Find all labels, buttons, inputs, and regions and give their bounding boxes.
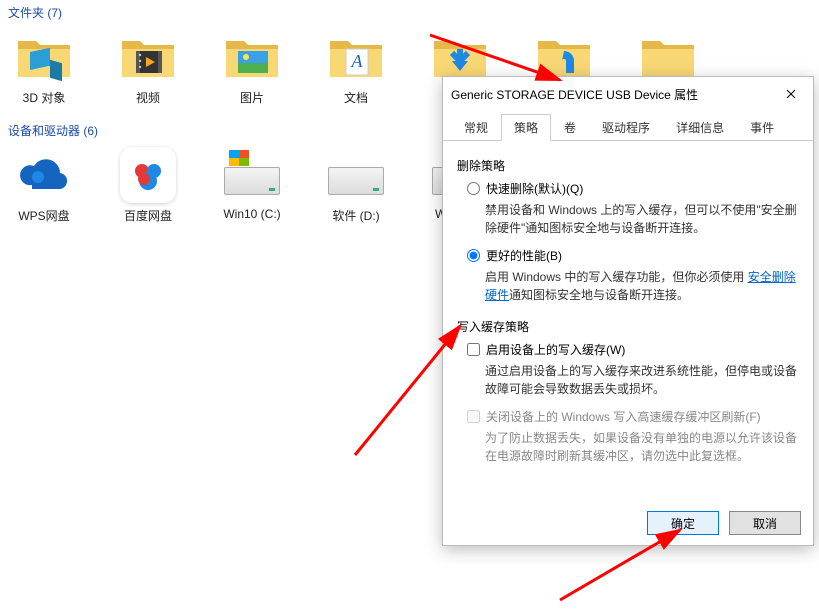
write-cache-title: 写入缓存策略 [457,318,799,335]
drive-c[interactable]: Win10 (C:) [216,147,288,224]
quick-removal-desc: 禁用设备和 Windows 上的写入缓存，但可以不使用"安全删除硬件"通知图标安… [485,201,799,237]
folder-pictures-icon [224,29,280,85]
radio-better-perf[interactable]: 更好的性能(B) [467,247,799,264]
folder-videos[interactable]: 视频 [112,29,184,106]
checkbox-enable-label: 启用设备上的写入缓存(W) [486,341,625,358]
tab-details[interactable]: 详细信息 [663,114,737,141]
tab-volume[interactable]: 卷 [551,114,589,141]
flush-desc: 为了防止数据丢失，如果设备没有单独的电源以允许该设备在电源故障时刷新其缓冲区，请… [485,429,799,465]
close-button[interactable] [777,83,805,105]
tab-policy[interactable]: 策略 [501,114,551,141]
baidu-cloud-icon [120,147,176,203]
svg-text:A: A [351,51,364,71]
ok-button[interactable]: 确定 [647,511,719,535]
close-icon [786,89,796,99]
dialog-title: Generic STORAGE DEVICE USB Device 属性 [451,86,698,103]
folder-3d-objects[interactable]: 3D 对象 [8,29,80,106]
tab-general[interactable]: 常规 [451,114,501,141]
drive-label: Win10 (C:) [223,207,280,221]
folder-documents[interactable]: A 文档 [320,29,392,106]
wps-cloud-icon [16,147,72,203]
checkbox-flush-input [467,410,480,423]
radio-quick-input[interactable] [467,182,480,195]
folder-video-icon [120,29,176,85]
folder-label: 文档 [344,89,368,106]
section-header-folders: 文件夹 (7) [0,0,819,25]
dialog-tabs: 常规 策略 卷 驱动程序 详细信息 事件 [443,113,813,141]
drive-label: 百度网盘 [124,207,172,224]
cancel-button[interactable]: 取消 [729,511,801,535]
folder-label: 图片 [240,89,264,106]
drive-baidu[interactable]: 百度网盘 [112,147,184,224]
drive-wps[interactable]: WPS网盘 [8,147,80,224]
tab-driver[interactable]: 驱动程序 [589,114,663,141]
radio-quick-removal[interactable]: 快速删除(默认)(Q) [467,180,799,197]
drive-d[interactable]: 软件 (D:) [320,147,392,224]
checkbox-enable-write-cache[interactable]: 启用设备上的写入缓存(W) [467,341,799,358]
folder-label: 3D 对象 [23,89,66,106]
dialog-button-row: 确定 取消 [647,511,801,535]
checkbox-flush: 关闭设备上的 Windows 写入高速缓存缓冲区刷新(F) [467,408,799,425]
folder-label: 视频 [136,89,160,106]
folder-pictures[interactable]: 图片 [216,29,288,106]
drive-label: WPS网盘 [18,207,69,224]
radio-better-input[interactable] [467,249,480,262]
checkbox-flush-label: 关闭设备上的 Windows 写入高速缓存缓冲区刷新(F) [486,408,761,425]
properties-dialog: Generic STORAGE DEVICE USB Device 属性 常规 … [442,76,814,546]
radio-better-label: 更好的性能(B) [486,247,562,264]
drive-icon [328,147,384,203]
tab-events[interactable]: 事件 [737,114,787,141]
drive-icon [224,147,280,203]
folder-documents-icon: A [328,29,384,85]
checkbox-enable-input[interactable] [467,343,480,356]
radio-quick-label: 快速删除(默认)(Q) [486,180,583,197]
drive-label: 软件 (D:) [332,207,379,224]
enable-cache-desc: 通过启用设备上的写入缓存来改进系统性能，但停电或设备故障可能会导致数据丢失或损坏… [485,362,799,398]
better-perf-desc: 启用 Windows 中的写入缓存功能，但你必须使用 安全删除硬件通知图标安全地… [485,268,799,304]
dialog-titlebar[interactable]: Generic STORAGE DEVICE USB Device 属性 [443,77,813,111]
removal-policy-title: 删除策略 [457,157,799,174]
folder-3d-icon [16,29,72,85]
tab-body: 删除策略 快速删除(默认)(Q) 禁用设备和 Windows 上的写入缓存，但可… [443,141,813,485]
